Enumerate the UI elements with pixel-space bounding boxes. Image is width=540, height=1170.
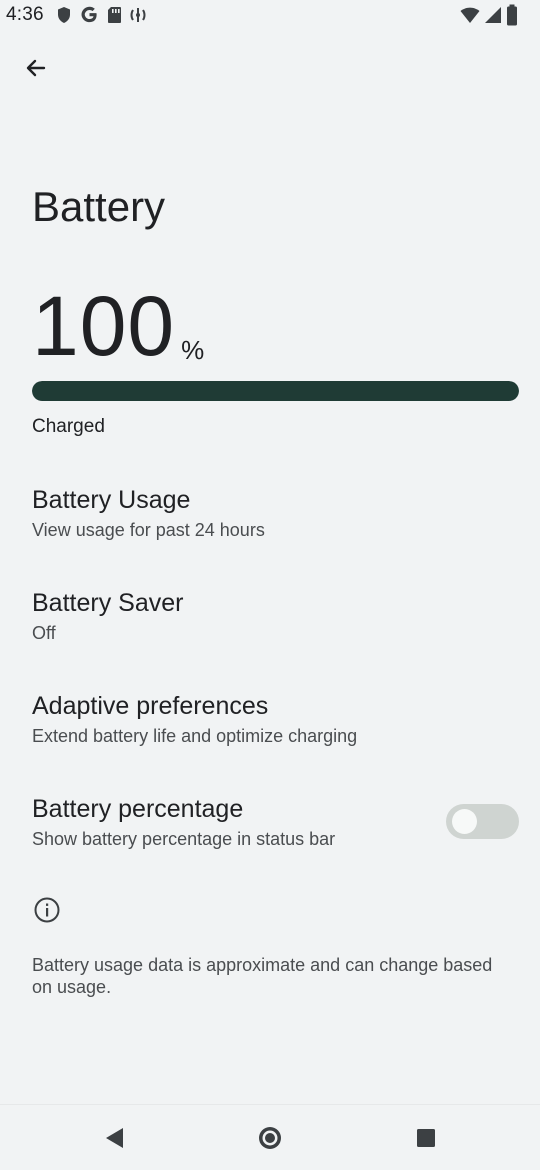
battery-level-fill: [32, 381, 519, 401]
pref-title: Adaptive preferences: [32, 692, 269, 720]
nav-recents-icon: [416, 1128, 436, 1153]
battery-level-unit: %: [181, 335, 205, 365]
pref-title: Battery percentage: [32, 795, 244, 823]
battery-level: 100 %: [32, 284, 204, 368]
pref-summary: Off: [32, 623, 56, 643]
pref-summary: Extend battery life and optimize chargin…: [32, 726, 358, 746]
arrow-back-icon: [24, 56, 48, 85]
toggle-thumb: [452, 809, 477, 834]
signal-sync-icon: [130, 6, 146, 29]
google-icon: [80, 5, 99, 29]
sd-card-icon: [107, 6, 122, 29]
navigation-bar: [0, 1104, 540, 1170]
status-time: 4:36: [6, 4, 44, 25]
status-system-icons: [460, 4, 518, 31]
adaptive-preferences-item[interactable]: Adaptive preferences Extend battery life…: [0, 676, 540, 772]
status-notification-icons: [56, 6, 146, 28]
nav-recents-button[interactable]: [409, 1123, 443, 1157]
nav-back-icon: [103, 1126, 125, 1155]
shield-icon: [56, 6, 72, 29]
pref-title: Battery Usage: [32, 486, 191, 514]
nav-home-icon: [257, 1125, 283, 1156]
battery-level-value: 100: [32, 279, 176, 373]
pref-title: Battery Saver: [32, 589, 184, 617]
page-title: Battery: [32, 183, 166, 230]
battery-icon: [506, 4, 518, 31]
battery-percentage-toggle[interactable]: [446, 804, 519, 839]
pref-summary: Show battery percentage in status bar: [32, 829, 336, 849]
pref-summary: View usage for past 24 hours: [32, 520, 265, 540]
footer-text: Battery usage data is approximate and ca…: [32, 955, 493, 997]
battery-usage-item[interactable]: Battery Usage View usage for past 24 hou…: [0, 470, 540, 566]
battery-saver-item[interactable]: Battery Saver Off: [0, 573, 540, 669]
status-bar: 4:36: [0, 0, 540, 34]
cellular-icon: [484, 6, 502, 29]
wifi-icon: [460, 6, 480, 29]
back-button[interactable]: [14, 48, 58, 92]
battery-level-bar: [32, 381, 519, 401]
nav-back-button[interactable]: [97, 1123, 131, 1157]
info-icon: [32, 895, 62, 925]
nav-home-button[interactable]: [253, 1123, 287, 1157]
charge-status: Charged: [32, 416, 105, 437]
battery-settings-screen: 4:36 Battery 100 % Charged Battery Usage…: [0, 0, 540, 1170]
